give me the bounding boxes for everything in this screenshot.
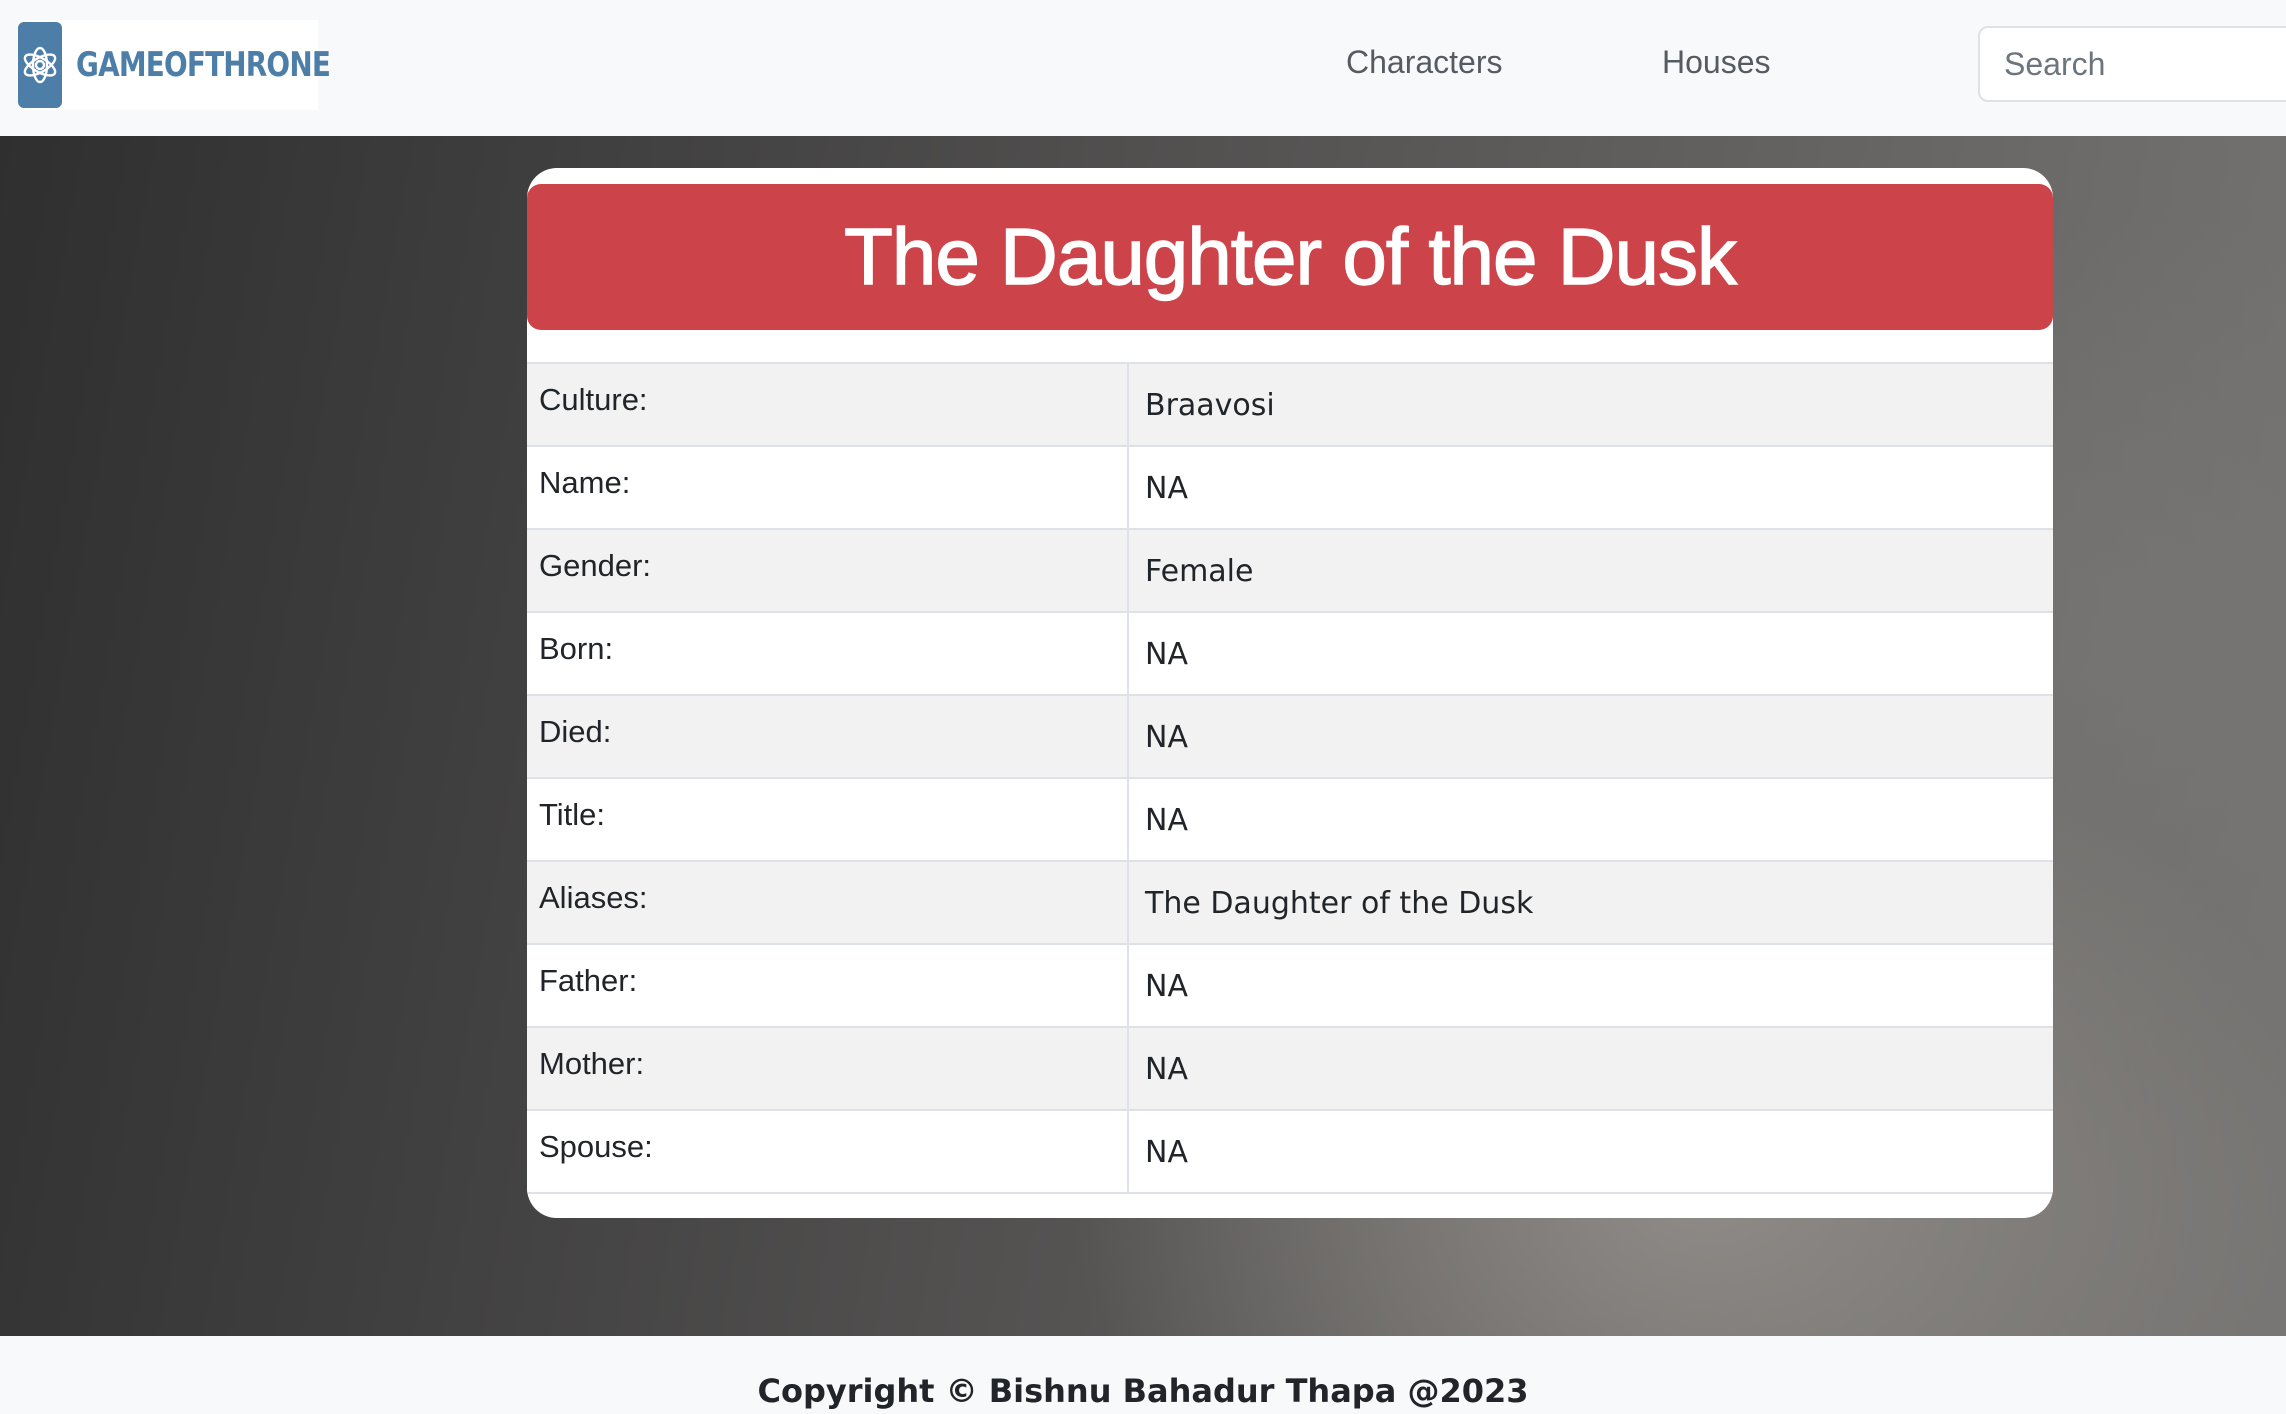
field-value-cell: NA	[1128, 943, 2053, 1027]
field-label-cell: Title:	[527, 777, 1129, 861]
field-label: Title:	[539, 797, 606, 832]
field-value-cell: NA	[1128, 1109, 2053, 1194]
nav-link-houses[interactable]: Houses	[1662, 44, 1771, 81]
nav-link-characters[interactable]: Characters	[1346, 44, 1503, 81]
flower-knot-icon	[18, 22, 62, 108]
table-row: Name: NA	[527, 445, 2053, 529]
field-label: Born:	[539, 631, 614, 666]
copyright-text: Copyright © Bishnu Bahadur Thapa @2023	[757, 1372, 1529, 1410]
field-value-cell: NA	[1128, 777, 2053, 861]
page-footer: Copyright © Bishnu Bahadur Thapa @2023	[0, 1336, 2286, 1414]
field-label-cell: Culture:	[527, 362, 1129, 446]
top-navbar: GAMEOFTHRONE Characters Houses	[0, 0, 2286, 136]
field-value: Braavosi	[1145, 388, 1275, 423]
brand-name: GAMEOFTHRONE	[76, 45, 331, 85]
table-row: Mother: NA	[527, 1026, 2053, 1110]
field-value: The Daughter of the Dusk	[1145, 886, 1534, 921]
field-value-cell: NA	[1128, 1026, 2053, 1110]
field-value-cell: The Daughter of the Dusk	[1128, 860, 2053, 944]
field-label: Aliases:	[539, 880, 648, 915]
field-label-cell: Died:	[527, 694, 1129, 778]
table-row: Culture: Braavosi	[527, 362, 2053, 446]
character-info-table: Culture: Braavosi Name: NA Gender: Femal…	[527, 362, 2053, 1194]
field-label: Mother:	[539, 1046, 645, 1081]
field-value: NA	[1145, 471, 1188, 506]
table-row: Father: NA	[527, 943, 2053, 1027]
character-card-header: The Daughter of the Dusk	[527, 184, 2053, 330]
field-label-cell: Born:	[527, 611, 1129, 695]
table-row: Title: NA	[527, 777, 2053, 861]
field-label: Gender:	[539, 548, 652, 583]
field-value-cell: NA	[1128, 611, 2053, 695]
table-row: Gender: Female	[527, 528, 2053, 612]
field-value: NA	[1145, 1135, 1188, 1170]
field-value-cell: Female	[1128, 528, 2053, 612]
field-label: Name:	[539, 465, 631, 500]
field-value: NA	[1145, 803, 1188, 838]
field-label-cell: Gender:	[527, 528, 1129, 612]
field-value: NA	[1145, 720, 1188, 755]
character-title: The Daughter of the Dusk	[843, 211, 1737, 301]
field-value: NA	[1145, 1052, 1188, 1087]
field-value-cell: NA	[1128, 445, 2053, 529]
field-label-cell: Mother:	[527, 1026, 1129, 1110]
search-input[interactable]	[1978, 26, 2286, 102]
field-label: Father:	[539, 963, 638, 998]
field-value: Female	[1145, 554, 1254, 589]
field-value: NA	[1145, 969, 1188, 1004]
field-label-cell: Father:	[527, 943, 1129, 1027]
brand-logo-link[interactable]: GAMEOFTHRONE	[18, 20, 331, 110]
field-label-cell: Name:	[527, 445, 1129, 529]
table-row: Born: NA	[527, 611, 2053, 695]
field-label: Culture:	[539, 382, 648, 417]
table-row: Died: NA	[527, 694, 2053, 778]
field-label-cell: Spouse:	[527, 1109, 1129, 1194]
field-label: Died:	[539, 714, 612, 749]
field-value-cell: Braavosi	[1128, 362, 2053, 446]
table-row: Aliases: The Daughter of the Dusk	[527, 860, 2053, 944]
field-label: Spouse:	[539, 1129, 653, 1164]
character-card: The Daughter of the Dusk Culture: Braavo…	[527, 168, 2053, 1218]
table-row: Spouse: NA	[527, 1109, 2053, 1194]
field-value: NA	[1145, 637, 1188, 672]
field-value-cell: NA	[1128, 694, 2053, 778]
field-label-cell: Aliases:	[527, 860, 1129, 944]
